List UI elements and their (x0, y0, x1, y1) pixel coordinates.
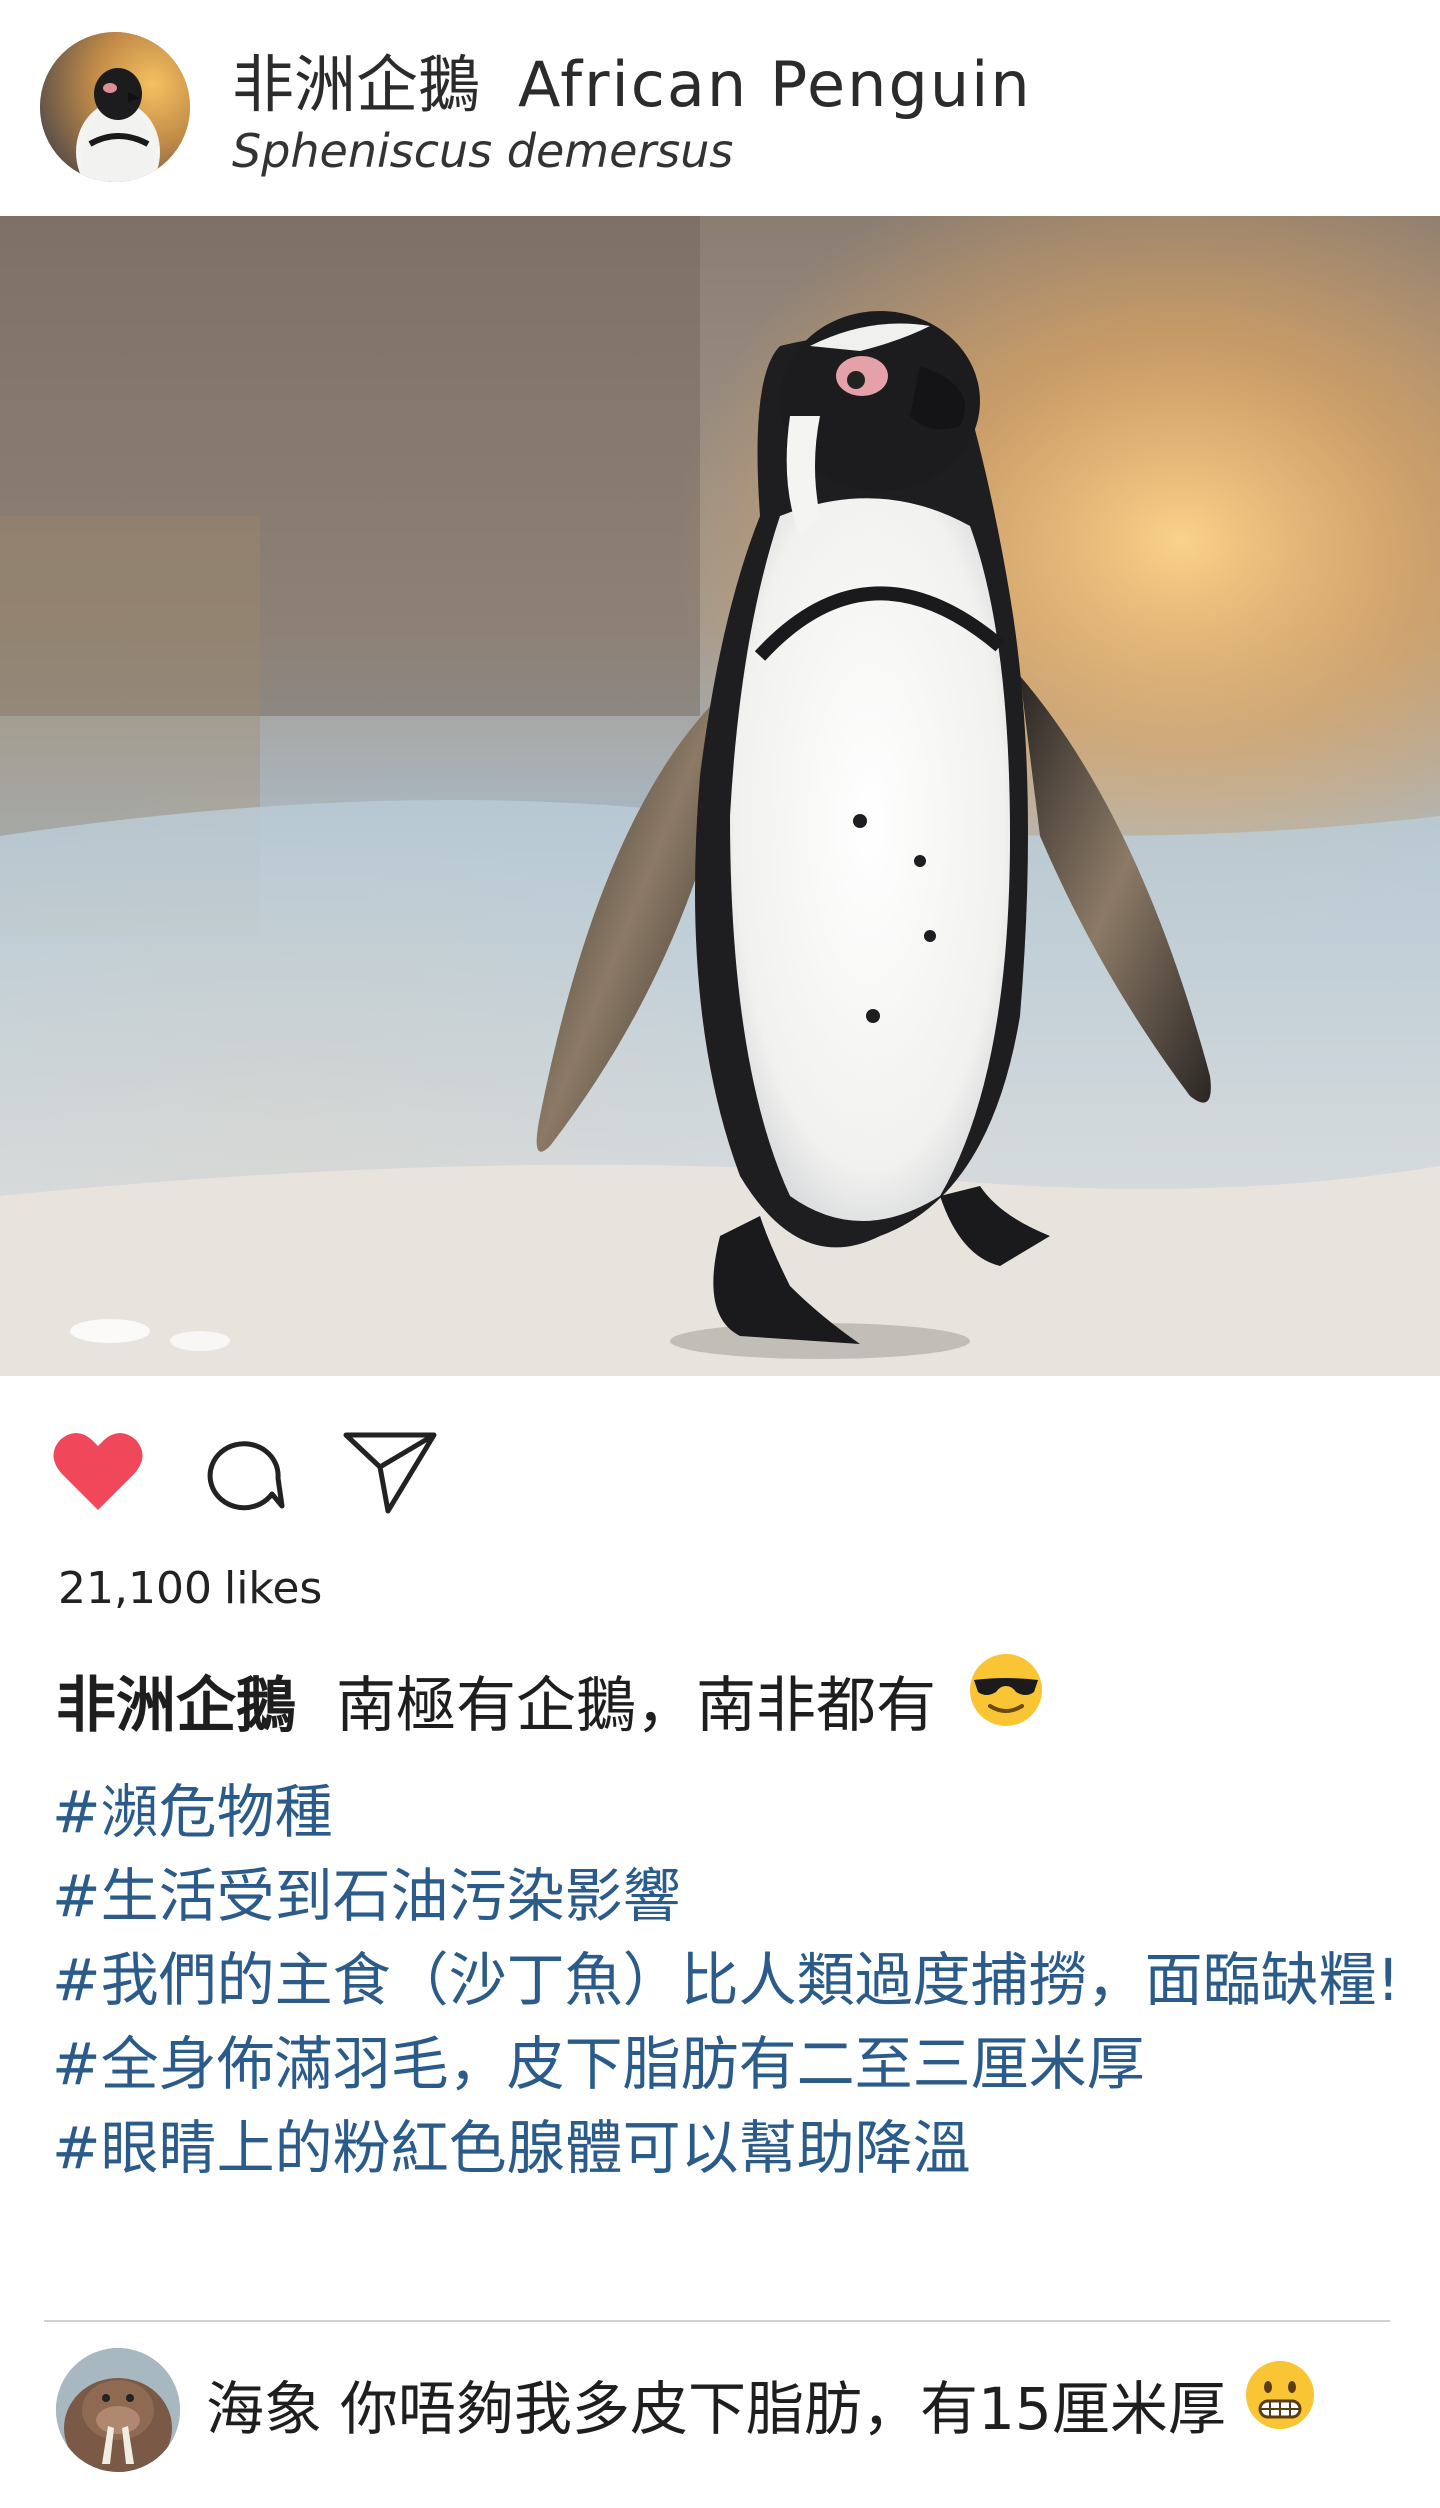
grimacing-face-emoji-icon (1244, 2359, 1316, 2456)
comment-author[interactable]: 海象 (206, 2375, 322, 2443)
hashtag-item[interactable]: #我們的主食（沙丁魚）比人類過度捕撈，面臨缺糧! (52, 1938, 1402, 2022)
share-button[interactable] (340, 1422, 440, 1522)
comment-bubble-icon (207, 1441, 285, 1511)
post-header: 非洲企鵝 African Penguin Spheniscus demersus (0, 0, 1440, 216)
comment-text: 你唔夠我多皮下脂肪，有15厘米厚 (340, 2375, 1226, 2443)
profile-avatar[interactable] (40, 32, 190, 182)
likes-label: likes (223, 1563, 323, 1614)
hashtag-item[interactable]: #眼睛上的粉紅色腺體可以幫助降溫 (52, 2106, 1402, 2190)
commenter-avatar[interactable] (56, 2348, 180, 2472)
hashtag-item[interactable]: #瀕危物種 (52, 1770, 1402, 1854)
comment-divider (44, 2320, 1390, 2322)
like-button[interactable] (48, 1422, 148, 1522)
post-caption: 非洲企鵝 南極有企鵝，南非都有 (56, 1654, 1396, 1756)
title-chinese: 非洲企鵝 (232, 48, 481, 121)
hashtag-item[interactable]: #全身佈滿羽毛，皮下脂肪有二至三厘米厚 (52, 2022, 1402, 2106)
likes-count[interactable]: 21,100 likes (58, 1556, 322, 1622)
caption-text: 南極有企鵝，南非都有 (336, 1671, 936, 1741)
likes-number: 21,100 (58, 1563, 212, 1614)
walrus-avatar-icon (56, 2348, 180, 2472)
post-title: 非洲企鵝 African Penguin (232, 40, 1032, 130)
action-bar (0, 1400, 1440, 1540)
sunglasses-face-emoji-icon (968, 1652, 1044, 1756)
penguin-avatar-icon (40, 32, 190, 182)
hashtag-item[interactable]: #生活受到石油污染影響 (52, 1854, 1402, 1938)
scientific-name: Spheniscus demersus (232, 124, 734, 178)
comment-button[interactable] (196, 1422, 296, 1522)
comment-row: 海象 你唔夠我多皮下脂肪，有15厘米厚 (0, 2342, 1440, 2482)
paper-plane-icon (343, 1432, 437, 1514)
hashtag-list: #瀕危物種 #生活受到石油污染影響 #我們的主食（沙丁魚）比人類過度捕撈，面臨缺… (52, 1770, 1402, 2190)
caption-author[interactable]: 非洲企鵝 (56, 1671, 296, 1741)
penguin-photo-image (0, 216, 1440, 1376)
post-photo[interactable] (0, 216, 1440, 1376)
comment-body: 海象 你唔夠我多皮下脂肪，有15厘米厚 (206, 2361, 1316, 2456)
title-english: African Penguin (518, 48, 1032, 121)
heart-icon (53, 1433, 143, 1510)
